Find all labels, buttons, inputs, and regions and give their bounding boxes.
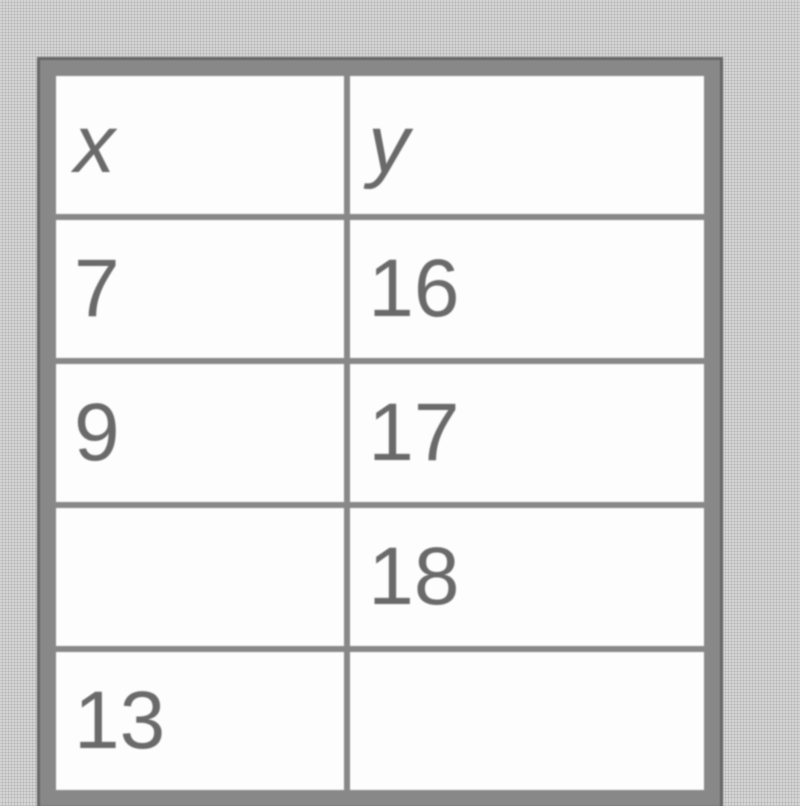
table-row: 7 16 — [53, 217, 707, 361]
table-row: 18 — [53, 505, 707, 649]
cell-y: 17 — [347, 361, 707, 505]
table-header-row: x y — [53, 73, 707, 217]
table-row: 13 — [53, 649, 707, 793]
cell-x — [53, 505, 347, 649]
cell-x: 7 — [53, 217, 347, 361]
xy-table-container: x y 7 16 9 17 18 13 — [40, 60, 720, 806]
table-row: 9 17 — [53, 361, 707, 505]
column-header-y: y — [347, 73, 707, 217]
cell-x: 13 — [53, 649, 347, 793]
cell-x: 9 — [53, 361, 347, 505]
cell-y: 16 — [347, 217, 707, 361]
cell-y — [347, 649, 707, 793]
xy-table: x y 7 16 9 17 18 13 — [50, 70, 710, 796]
column-header-x: x — [53, 73, 347, 217]
cell-y: 18 — [347, 505, 707, 649]
